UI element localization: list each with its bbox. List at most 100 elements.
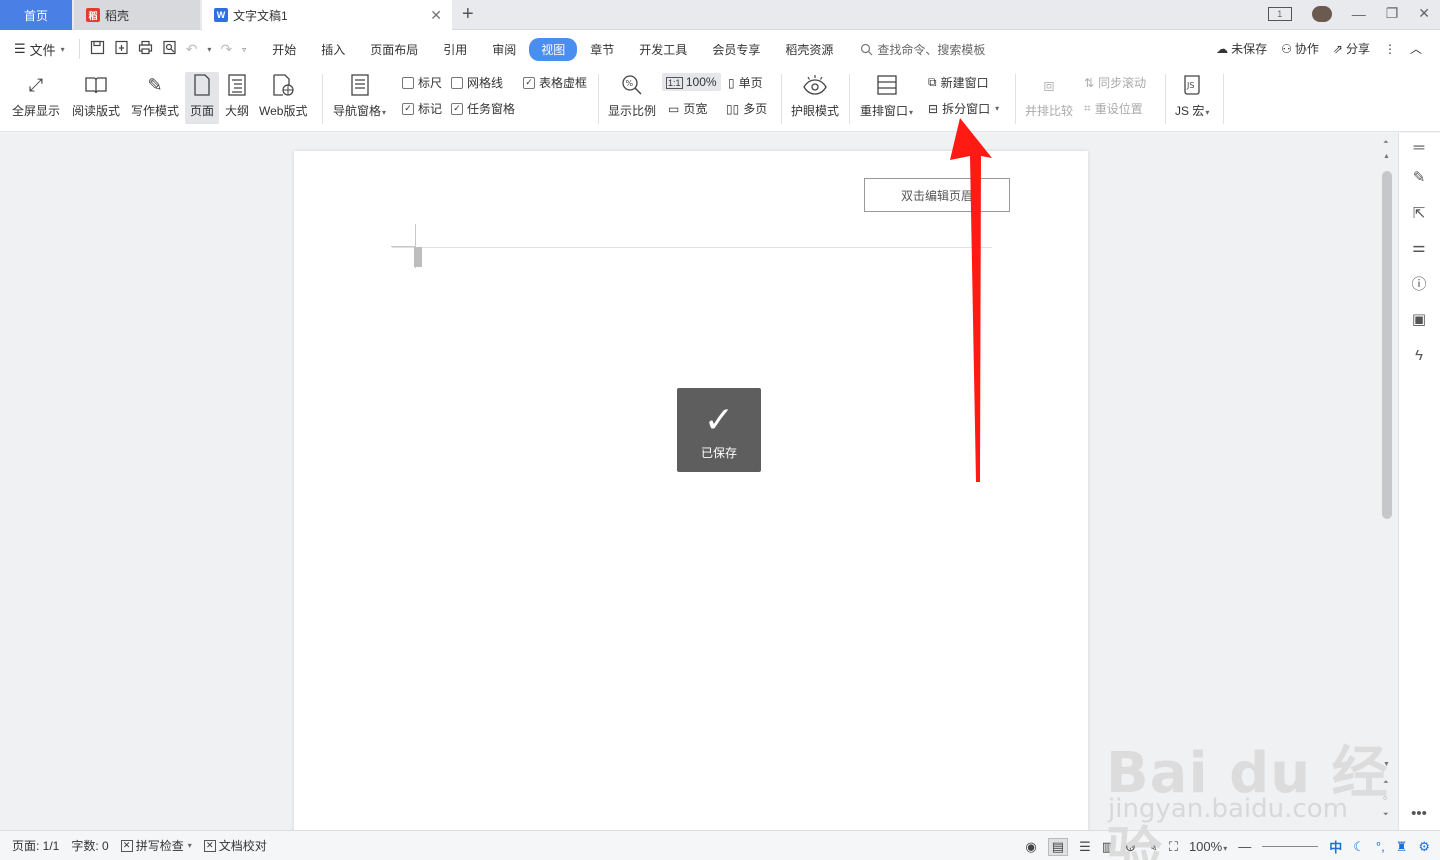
help-icon[interactable]: ⓘ [1409, 273, 1429, 293]
tab-home[interactable]: 首页 [0, 0, 72, 30]
tab-member[interactable]: 会员专享 [700, 38, 772, 61]
nav-pane-button[interactable]: 导航窗格▾ [333, 72, 386, 119]
print-preview-icon[interactable] [162, 40, 177, 58]
scroll-up-icon[interactable]: ▲ [1383, 153, 1390, 160]
page-view-icon[interactable]: ▤ [1047, 837, 1069, 856]
moon-icon[interactable]: ☾ [1353, 839, 1365, 855]
word-count[interactable]: 字数: 0 [71, 837, 108, 854]
side-by-side-button[interactable]: ⧈ 并排比较 [1025, 72, 1073, 119]
reset-position-button[interactable]: ⌗ 重设位置 [1084, 100, 1143, 117]
table-borders-checkbox[interactable]: ✓ 表格虚框 [523, 74, 587, 91]
single-page-button[interactable]: ▯ 单页 [728, 74, 763, 91]
prev-page-icon[interactable]: ⏶ [1383, 779, 1389, 787]
read-mode-button[interactable]: 阅读版式 [72, 72, 120, 119]
tab-view[interactable]: 视图 [529, 37, 578, 61]
page-view-button[interactable]: 页面 [185, 72, 219, 124]
punctuation-icon[interactable]: °, [1376, 839, 1385, 854]
tab-document[interactable]: W 文字文稿1 ✕ [202, 0, 452, 30]
close-window-icon[interactable]: ✕ [1418, 5, 1430, 22]
multi-page-button[interactable]: ▯▯ 多页 [726, 100, 767, 117]
lightning-icon[interactable]: ϟ [1409, 345, 1429, 365]
task-pane-checkbox[interactable]: ✓ 任务窗格 [451, 100, 515, 117]
unsaved-button[interactable]: ☁ 未保存 [1216, 40, 1267, 57]
scroll-down-icon[interactable]: ▼ [1383, 761, 1390, 768]
zoom-level[interactable]: 100%▾ [1189, 839, 1227, 854]
eye-mode-toggle-icon[interactable]: ◉ [1025, 839, 1036, 855]
select-pointer-icon[interactable]: ⇱ [1409, 203, 1429, 223]
pen-icon[interactable]: ✎ [1409, 167, 1429, 187]
web-view-icon[interactable]: ⊕ [1125, 839, 1136, 855]
ruler-checkbox-box[interactable] [402, 76, 414, 89]
read-view-icon[interactable]: ▥ [1102, 839, 1114, 855]
more-options-icon[interactable]: ⋮ [1384, 42, 1396, 56]
tab-references[interactable]: 引用 [431, 38, 479, 61]
shirt-icon[interactable]: ♜ [1396, 839, 1408, 855]
scrollbar-thumb[interactable] [1382, 171, 1392, 519]
collapse-ribbon-icon[interactable]: ︿ [1410, 40, 1422, 57]
more-icon[interactable]: ••• [1409, 803, 1429, 823]
fit-page-icon[interactable]: ⛶ [1169, 839, 1178, 855]
fullscreen-button[interactable]: ⤢ 全屏显示 [12, 72, 60, 119]
undo-icon[interactable]: ↶ [186, 41, 198, 58]
sync-scroll-button[interactable]: ⇅ 同步滚动 [1084, 74, 1146, 91]
tab-insert[interactable]: 插入 [309, 38, 357, 61]
tab-developer[interactable]: 开发工具 [627, 38, 699, 61]
save-icon[interactable] [90, 40, 105, 58]
doc-proof-button[interactable]: ✕ 文档校对 [203, 837, 267, 854]
scroll-top-icon[interactable]: ⏶ [1383, 139, 1389, 147]
marks-checkbox[interactable]: ✓ 标记 [402, 100, 442, 117]
customize-toolbar-icon[interactable]: ▿ [242, 45, 246, 54]
tab-chapter[interactable]: 章节 [578, 38, 626, 61]
export-pdf-icon[interactable] [114, 40, 129, 58]
user-avatar[interactable] [1311, 5, 1332, 22]
rearrange-window-button[interactable]: 重排窗口▾ [860, 72, 913, 119]
ruler-checkbox[interactable]: 标尺 [402, 74, 442, 91]
tab-start[interactable]: 开始 [260, 38, 308, 61]
close-tab-icon[interactable]: ✕ [430, 7, 442, 24]
share-button[interactable]: ⇗ 分享 [1333, 40, 1370, 57]
zoom-slider[interactable] [1262, 846, 1319, 847]
tab-daoke-resources[interactable]: 稻壳资源 [773, 38, 845, 61]
new-tab-button[interactable]: + [462, 3, 474, 26]
tab-daoke[interactable]: 稻 稻壳 [74, 0, 200, 30]
gridlines-checkbox[interactable]: 网格线 [451, 74, 503, 91]
task-pane-checkbox-box[interactable]: ✓ [451, 102, 463, 115]
print-icon[interactable] [138, 40, 153, 58]
outline-view-icon[interactable]: ☰ [1079, 839, 1091, 855]
select-browse-icon[interactable]: ○ [1383, 795, 1387, 802]
ime-indicator[interactable]: 中 [1329, 837, 1342, 856]
next-page-icon[interactable]: ⏷ [1383, 811, 1389, 819]
page-width-button[interactable]: ▭ 页宽 [668, 100, 707, 117]
ime-settings-icon[interactable]: ⚙ [1418, 839, 1430, 855]
zoom-100-button[interactable]: 1:1 100% [662, 73, 721, 91]
vertical-scrollbar[interactable]: ⏶ ▲ ▼ ⏶ ○ ⏷ [1380, 133, 1396, 830]
spell-check-button[interactable]: ✕ 拼写检查 ▾ [120, 837, 192, 854]
command-search[interactable]: 查找命令、搜索模板 [860, 41, 985, 58]
tab-page-layout[interactable]: 页面布局 [358, 38, 430, 61]
write-mode-button[interactable]: ✎ 写作模式 [131, 72, 179, 119]
file-menu[interactable]: ☰ 文件 ▾ [14, 40, 65, 59]
zoom-out-icon[interactable]: — [1238, 839, 1251, 854]
tab-review[interactable]: 审阅 [480, 38, 528, 61]
redo-icon[interactable]: ↷ [220, 41, 232, 58]
outline-button[interactable]: 大纲 [224, 72, 250, 119]
collab-button[interactable]: ⚇ 协作 [1281, 40, 1319, 57]
split-window-button[interactable]: ⊟ 拆分窗口 ▾ [928, 100, 999, 117]
undo-dropdown-icon[interactable]: ▾ [207, 45, 211, 54]
table-borders-checkbox-box[interactable]: ✓ [523, 76, 535, 89]
js-macro-button[interactable]: JS JS 宏▾ [1175, 72, 1209, 119]
eye-mode-button[interactable]: 护眼模式 [791, 72, 839, 119]
new-window-button[interactable]: ⧉ 新建窗口 [928, 74, 989, 91]
restore-icon[interactable]: ❐ [1386, 5, 1399, 22]
zoom-ratio-button[interactable]: % 显示比例 [608, 72, 656, 119]
sliders-icon[interactable]: ⚌ [1409, 237, 1429, 257]
write-view-icon[interactable]: ✎ [1147, 839, 1158, 855]
minimize-icon[interactable]: — [1352, 6, 1366, 22]
web-layout-button[interactable]: Web版式 [259, 72, 307, 119]
marks-checkbox-box[interactable]: ✓ [402, 102, 414, 115]
page-count[interactable]: 页面: 1/1 [12, 837, 59, 854]
window-layout-icon[interactable]: 1 [1267, 6, 1292, 21]
image-check-icon[interactable]: ▣ [1409, 309, 1429, 329]
panel-collapse-icon[interactable]: ═ [1409, 137, 1429, 157]
gridlines-checkbox-box[interactable] [451, 76, 463, 89]
